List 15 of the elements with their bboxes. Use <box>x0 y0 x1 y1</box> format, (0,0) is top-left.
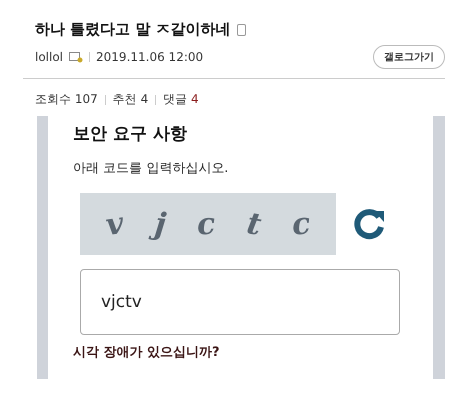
instruction-text: 아래 코드를 입력하십시오. <box>73 160 230 177</box>
gallog-button[interactable]: 갤로그가기 <box>373 45 445 69</box>
captcha-image: v j c t c <box>80 193 336 255</box>
accessibility-link[interactable]: 시각 장애가 있으십니까? <box>73 343 220 361</box>
author-name[interactable]: lollol <box>35 50 64 64</box>
security-heading: 보안 요구 사항 <box>73 123 188 145</box>
code-input[interactable]: vjctv <box>80 269 400 335</box>
phone-icon <box>236 24 246 36</box>
post-title: 하나 틀렸다고 말 ㅈ같이하네 <box>35 20 231 39</box>
stat-label: 추천 4 <box>112 91 148 108</box>
refresh-icon[interactable] <box>352 207 386 241</box>
gallery-icon <box>69 52 84 62</box>
post-date: 2019.11.06 12:00 <box>96 50 204 64</box>
stat-label: 댓글 4 <box>163 91 199 108</box>
stat-label: 조회수 107 <box>35 91 98 108</box>
